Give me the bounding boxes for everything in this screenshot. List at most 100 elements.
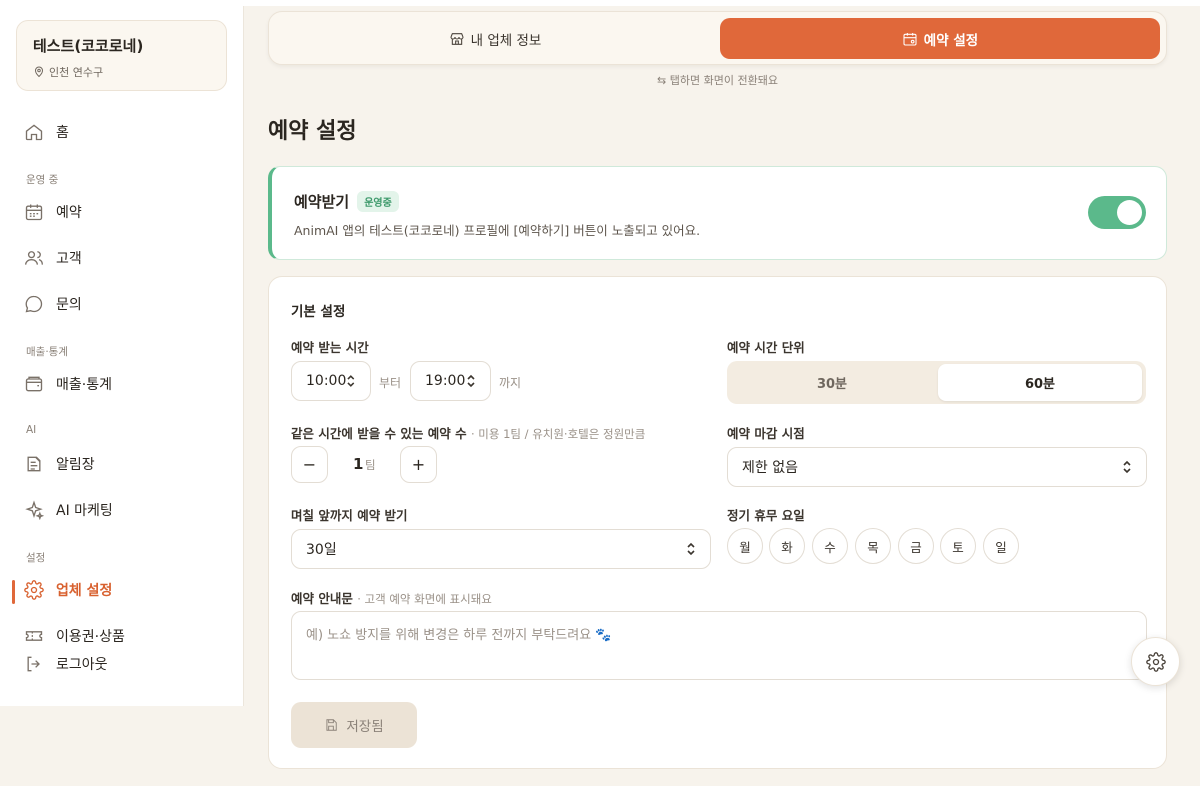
tab-bar: 내 업체 정보 예약 설정: [268, 11, 1167, 65]
sidebar-item-label: 알림장: [56, 457, 95, 473]
business-card[interactable]: 테스트(코코로네) 인천 연수구: [16, 20, 227, 91]
unit-option-30[interactable]: 30분: [730, 364, 934, 401]
end-time-value: 19:00: [425, 373, 466, 389]
gear-icon: [24, 580, 44, 600]
time-unit-segmented: 30분 60분: [727, 361, 1146, 404]
sidebar-item-label: 이용권·상품: [56, 629, 125, 645]
map-pin-icon: [34, 66, 44, 78]
sidebar-item-label: 홈: [56, 125, 69, 141]
sidebar-item-home[interactable]: 홈: [24, 120, 69, 144]
hours-label: 예약 받는 시간: [291, 340, 369, 355]
start-time-value: 10:00: [306, 373, 347, 389]
toggle-knob: [1117, 200, 1142, 225]
tab-hint-text: 탭하면 화면이 전환돼요: [669, 74, 778, 87]
sidebar-item-ai-marketing[interactable]: AI 마케팅: [24, 498, 113, 522]
notice-sub-text: · 고객 예약 화면에 표시돼요: [357, 592, 492, 606]
increment-button[interactable]: +: [400, 446, 437, 483]
deadline-select[interactable]: 제한 없음: [727, 447, 1147, 487]
basic-settings-card: 기본 설정 예약 받는 시간 10:00 부터 19:00 까지 예약 시간 단…: [268, 276, 1167, 769]
tab-reservation-settings[interactable]: 예약 설정: [720, 18, 1160, 59]
active-indicator: [12, 580, 15, 604]
start-time-select[interactable]: 10:00: [291, 361, 371, 401]
sidebar-item-label: 예약: [56, 205, 82, 221]
day-toggle-fri[interactable]: 금: [898, 528, 934, 564]
day-toggle-sat[interactable]: 토: [940, 528, 976, 564]
save-button-label: 저장됨: [346, 719, 384, 735]
sidebar-item-business-settings[interactable]: 업체 설정: [24, 578, 112, 602]
home-icon: [25, 124, 43, 141]
day-toggle-thu[interactable]: 목: [855, 528, 891, 564]
sidebar: 테스트(코코로네) 인천 연수구 홈 운영 중 예약 고객 문의 매출·통계 매…: [0, 6, 244, 706]
accept-description: AnimAI 앱의 테스트(코코로네) 프로필에 [예약하기] 버튼이 노출되고…: [294, 223, 701, 238]
chevron-updown-icon: [1123, 460, 1131, 474]
swap-icon: ⇆: [657, 74, 667, 87]
sidebar-item-label: 로그아웃: [56, 657, 108, 673]
end-time-select[interactable]: 19:00: [410, 361, 491, 401]
capacity-unit: 팀: [365, 458, 376, 472]
deadline-label: 예약 마감 시점: [727, 426, 805, 441]
sidebar-item-notebook[interactable]: 알림장: [24, 452, 95, 476]
chevron-updown-icon: [347, 375, 355, 387]
tab-business-info-label: 내 업체 정보: [470, 32, 542, 49]
users-icon: [25, 251, 43, 265]
day-toggle-sun[interactable]: 일: [983, 528, 1019, 564]
business-location-text: 인천 연수구: [49, 66, 104, 79]
decrement-button[interactable]: −: [291, 446, 328, 483]
day-toggle-wed[interactable]: 수: [812, 528, 848, 564]
section-title: 기본 설정: [291, 304, 346, 320]
sidebar-item-logout[interactable]: 로그아웃: [24, 652, 108, 676]
sidebar-item-reservations[interactable]: 예약: [24, 200, 82, 224]
save-icon: [326, 719, 338, 731]
chat-icon: [25, 295, 43, 313]
day-toggle-tue[interactable]: 화: [769, 528, 805, 564]
notice-label-text: 예약 안내문: [291, 591, 353, 606]
tab-business-info[interactable]: 내 업체 정보: [275, 18, 715, 59]
page-title: 예약 설정: [268, 119, 357, 144]
floating-settings-button[interactable]: [1131, 637, 1180, 686]
unit-option-60[interactable]: 60분: [938, 364, 1142, 401]
capacity-label-text: 같은 시간에 받을 수 있는 예약 수: [291, 426, 467, 441]
sidebar-item-customers[interactable]: 고객: [24, 246, 82, 270]
sidebar-section-ai: AI: [26, 424, 37, 436]
gear-icon: [1145, 651, 1166, 672]
advance-label: 며칠 앞까지 예약 받기: [291, 508, 408, 523]
notice-placeholder: 예) 노쇼 방지를 위해 변경은 하루 전까지 부탁드려요 🐾: [306, 628, 612, 643]
sidebar-item-label: 고객: [56, 251, 82, 267]
status-badge: 운영중: [357, 191, 399, 212]
sparkle-icon: [25, 500, 44, 520]
sidebar-item-sales-stats[interactable]: 매출·통계: [24, 372, 112, 396]
day-toggle-mon[interactable]: 월: [727, 528, 763, 564]
chevron-updown-icon: [687, 542, 695, 556]
calendar-icon: [25, 204, 43, 221]
notice-label: 예약 안내문 · 고객 예약 화면에 표시돼요: [291, 588, 492, 607]
sidebar-item-inquiries[interactable]: 문의: [24, 292, 82, 316]
capacity-sub-text: · 미용 1팀 / 유치원·호텔은 정원만큼: [470, 427, 646, 441]
accept-title-text: 예약받기: [294, 193, 350, 211]
calendar-settings-icon: [903, 32, 917, 46]
tab-reservation-settings-label: 예약 설정: [923, 32, 979, 49]
note-icon: [27, 456, 41, 472]
capacity-value: 1: [353, 455, 364, 473]
sidebar-item-label: 문의: [56, 297, 82, 313]
ticket-icon: [25, 631, 43, 641]
until-text: 까지: [499, 376, 522, 390]
unit-label: 예약 시간 단위: [727, 340, 805, 355]
sidebar-item-label: 매출·통계: [56, 377, 112, 393]
deadline-value: 제한 없음: [742, 460, 798, 476]
capacity-label: 같은 시간에 받을 수 있는 예약 수 · 미용 1팀 / 유치원·호텔은 정원…: [291, 423, 645, 442]
advance-days-value: 30일: [306, 542, 337, 558]
advance-days-select[interactable]: 30일: [291, 529, 711, 569]
chevron-updown-icon: [467, 374, 475, 388]
accept-toggle[interactable]: [1088, 196, 1146, 229]
business-location: 인천 연수구: [33, 64, 210, 80]
from-text: 부터: [379, 376, 402, 390]
business-name: 테스트(코코로네): [33, 37, 144, 55]
holidays-label: 정기 휴무 요일: [727, 508, 805, 523]
sidebar-item-passes-products[interactable]: 이용권·상품: [24, 624, 125, 648]
store-icon: [450, 32, 464, 45]
accept-reservations-card: 예약받기 운영중 AnimAI 앱의 테스트(코코로네) 프로필에 [예약하기]…: [268, 166, 1167, 260]
sidebar-item-label: 업체 설정: [56, 583, 113, 599]
notice-textarea[interactable]: 예) 노쇼 방지를 위해 변경은 하루 전까지 부탁드려요 🐾: [291, 611, 1147, 680]
save-button[interactable]: 저장됨: [291, 702, 417, 748]
logout-icon: [27, 656, 40, 672]
